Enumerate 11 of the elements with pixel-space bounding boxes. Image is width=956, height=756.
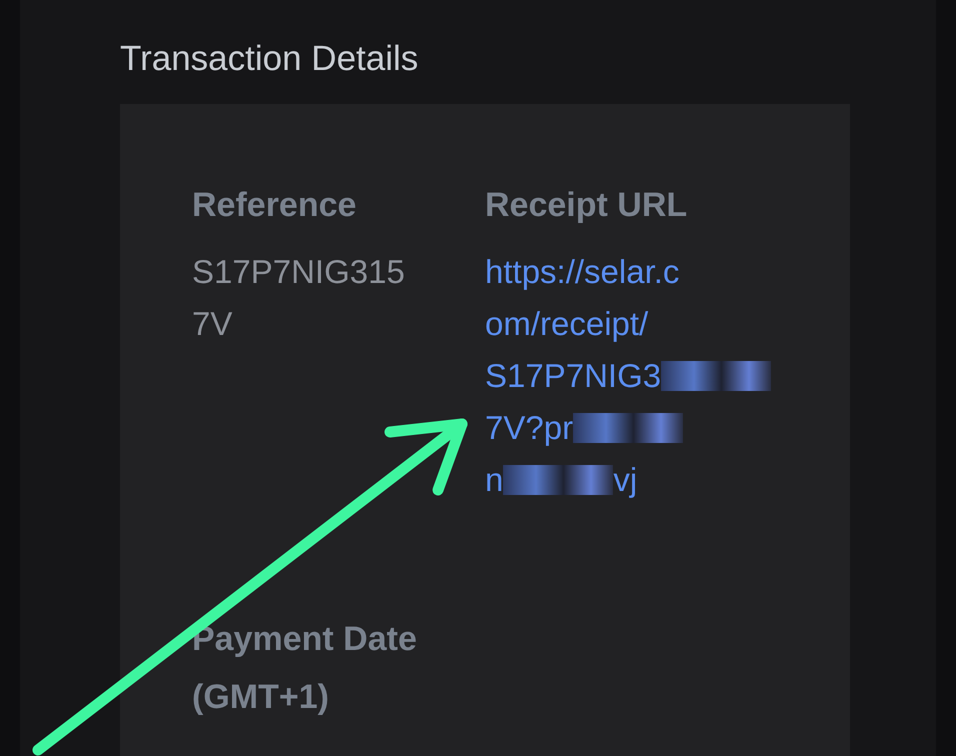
url-text[interactable]: vj [613,454,638,506]
url-text[interactable]: 7V?pr [485,402,574,454]
url-text[interactable]: n [485,454,504,506]
reference-value: S17P7NIG3157V [192,252,406,344]
section-title: Transaction Details [120,38,420,80]
field-label: Reference [192,185,358,226]
url-text[interactable]: S17P7NIG3 [485,350,662,402]
url-text[interactable]: om/receipt/ [485,298,648,350]
field-label: Payment Date (GMT+1) [192,619,418,718]
field-label: Receipt URL [485,185,688,226]
url-text[interactable]: https://selar.c [485,246,680,298]
